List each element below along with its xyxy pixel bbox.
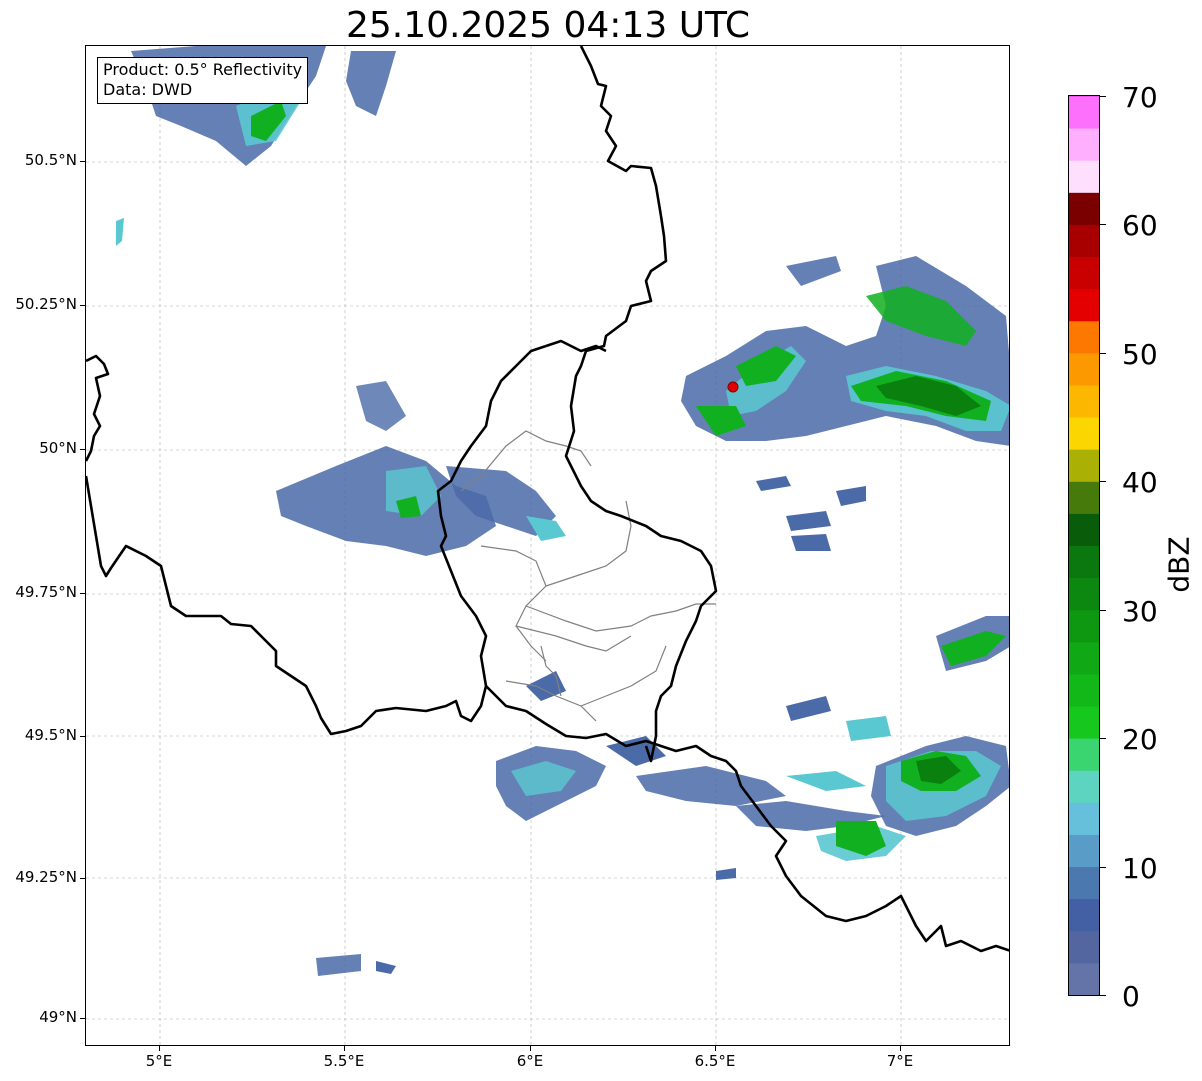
colorbar-swatch — [1069, 63, 1099, 97]
product-info-box: Product: 0.5° Reflectivity Data: DWD — [97, 57, 309, 104]
colorbar-tick-label: 70 — [1122, 81, 1158, 114]
echo-cell — [356, 381, 406, 431]
radar-site-marker — [727, 381, 739, 393]
echo-cell — [786, 256, 841, 286]
echo-cell — [846, 716, 891, 741]
data-source-label: Data: DWD — [103, 80, 193, 99]
colorbar-swatch — [1069, 192, 1099, 225]
echo-cell — [376, 961, 396, 974]
colorbar — [1068, 63, 1100, 996]
colorbar-swatch — [1069, 288, 1099, 322]
colorbar-tickmark — [1100, 738, 1106, 739]
lon-tickmark — [344, 1046, 345, 1051]
echo-cell — [346, 51, 396, 116]
colorbar-tick-label: 10 — [1122, 852, 1158, 885]
map-gridlines — [86, 46, 1009, 1045]
lon-tickmark — [715, 1046, 716, 1051]
echo-cell — [316, 954, 361, 976]
lon-tick-label: 5.5°E — [323, 1052, 365, 1070]
lat-tick-label: 49.75°N — [15, 583, 77, 601]
colorbar-tick-label: 40 — [1122, 466, 1158, 499]
colorbar-swatch — [1069, 513, 1099, 546]
radar-echoes — [116, 46, 1009, 976]
lon-tick-label: 6°E — [516, 1052, 544, 1070]
colorbar-swatch — [1069, 320, 1099, 354]
colorbar-tickmark — [1100, 96, 1106, 97]
colorbar-tick-label: 20 — [1122, 723, 1158, 756]
colorbar-tickmark — [1100, 353, 1106, 354]
echo-cell — [786, 511, 831, 531]
colorbar-swatch — [1069, 641, 1099, 675]
colorbar-swatch — [1069, 706, 1099, 739]
colorbar-tickmark — [1100, 995, 1106, 996]
colorbar-swatch — [1069, 481, 1099, 514]
colorbar-tickmark — [1100, 610, 1106, 611]
echo-cell — [836, 486, 866, 506]
colorbar-swatch — [1069, 866, 1099, 900]
echo-cell — [716, 868, 736, 880]
colorbar-tickmark — [1100, 867, 1106, 868]
colorbar-swatch — [1069, 96, 1099, 129]
echo-cell — [791, 534, 831, 551]
colorbar-swatch — [1069, 898, 1099, 932]
colorbar-swatch — [1069, 930, 1099, 964]
colorbar-tickmark — [1100, 481, 1106, 482]
colorbar-tick-label: 0 — [1122, 980, 1140, 1013]
colorbar-swatch — [1069, 770, 1099, 803]
echo-cell — [116, 218, 124, 246]
lat-tick-label: 49.25°N — [15, 868, 77, 886]
colorbar-swatch — [1069, 802, 1099, 835]
product-label: Product: 0.5° Reflectivity — [103, 60, 303, 79]
colorbar-swatch — [1069, 384, 1099, 418]
colorbar-tickmark — [1100, 224, 1106, 225]
colorbar-swatch — [1069, 962, 1099, 996]
colorbar-tick-label: 30 — [1122, 595, 1158, 628]
colorbar-swatch — [1069, 577, 1099, 611]
map-canvas — [86, 46, 1009, 1045]
colorbar-swatch — [1069, 673, 1099, 707]
lat-tick-label: 50°N — [39, 439, 77, 457]
echo-cell — [636, 766, 786, 806]
lat-tick-label: 49°N — [39, 1008, 77, 1026]
lat-tick-label: 50.25°N — [15, 295, 77, 313]
colorbar-swatch — [1069, 449, 1099, 482]
colorbar-swatch — [1069, 834, 1099, 868]
colorbar-swatch — [1069, 545, 1099, 579]
lon-tick-label: 6.5°E — [694, 1052, 736, 1070]
colorbar-swatch — [1069, 417, 1099, 450]
echo-cell — [786, 696, 831, 721]
colorbar-swatch — [1069, 224, 1099, 258]
colorbar-swatch — [1069, 160, 1099, 193]
echo-cell — [756, 476, 791, 491]
colorbar-axis-label: dBZ — [1162, 536, 1196, 593]
lat-tick-label: 49.5°N — [24, 726, 77, 744]
echo-cell — [526, 671, 566, 701]
lat-tick-label: 50.5°N — [24, 151, 77, 169]
colorbar-swatches — [1069, 63, 1099, 996]
colorbar-tick-label: 50 — [1122, 338, 1158, 371]
colorbar-swatch — [1069, 738, 1099, 771]
colorbar-swatch — [1069, 352, 1099, 386]
colorbar-swatch — [1069, 609, 1099, 643]
lon-tick-label: 7°E — [886, 1052, 914, 1070]
map-title: 25.10.2025 04:13 UTC — [345, 5, 751, 46]
echo-cell — [786, 771, 866, 791]
lon-tickmark — [900, 1046, 901, 1051]
radar-map[interactable] — [85, 45, 1010, 1046]
colorbar-tick-label: 60 — [1122, 209, 1158, 242]
lon-tickmark — [159, 1046, 160, 1051]
colorbar-swatch — [1069, 256, 1099, 290]
lon-tick-label: 5°E — [145, 1052, 173, 1070]
lon-tickmark — [530, 1046, 531, 1051]
colorbar-swatch — [1069, 128, 1099, 161]
